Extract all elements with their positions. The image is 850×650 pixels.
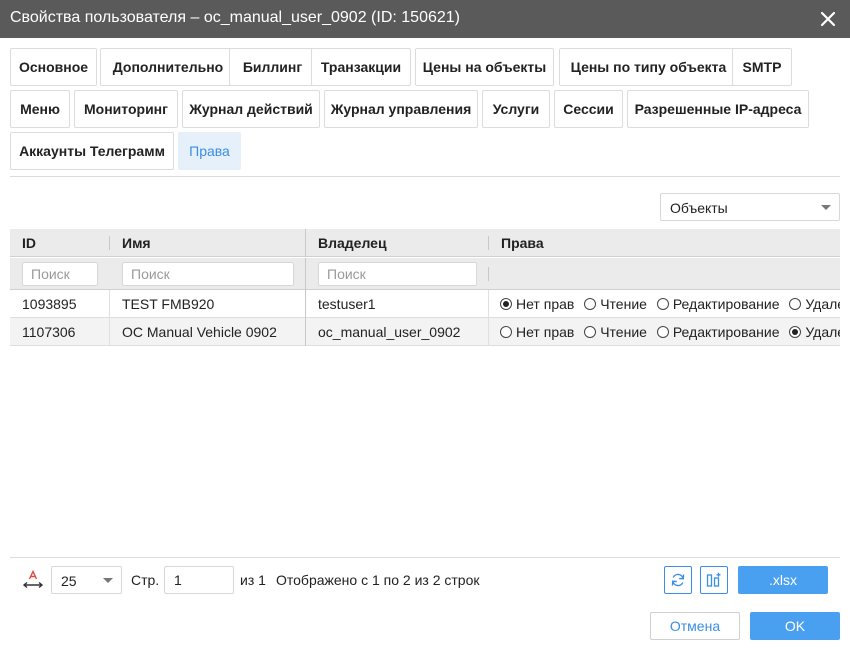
object-type-select[interactable]: Объекты: [660, 193, 840, 221]
column-divider: [305, 258, 306, 290]
tab-divider: [10, 176, 840, 177]
row-owner: oc_manual_user_0902: [318, 324, 461, 340]
column-divider: [109, 290, 110, 318]
filter-name-input[interactable]: [122, 262, 294, 286]
tab-basic[interactable]: Основное: [10, 48, 97, 86]
radio-label: Нет прав: [516, 296, 575, 312]
pager-summary: Отображено с 1 по 2 из 2 строк: [276, 572, 480, 588]
radio-delete[interactable]: Удале: [789, 324, 840, 340]
tab-billing[interactable]: Биллинг: [229, 48, 316, 86]
table-header: ID Имя Владелец Права: [10, 229, 840, 257]
rights-radio-group: Нет прав Чтение Редактирование Удале: [500, 296, 840, 312]
radio-delete[interactable]: Удале: [789, 296, 840, 312]
tab-action-log[interactable]: Журнал действий: [182, 90, 320, 128]
column-divider: [305, 318, 306, 346]
column-divider: [109, 318, 110, 346]
radio-label: Чтение: [600, 324, 647, 340]
page-size-value: 25: [61, 573, 77, 589]
column-settings-button[interactable]: [700, 566, 728, 594]
tab-telegram-accounts[interactable]: Аккаунты Телеграмм: [10, 132, 174, 170]
radio-checked-icon: [500, 298, 512, 310]
radio-edit[interactable]: Редактирование: [656, 296, 780, 312]
column-header-rights[interactable]: Права: [501, 235, 544, 251]
close-icon[interactable]: [818, 9, 838, 29]
tab-smtp[interactable]: SMTP: [732, 48, 792, 86]
table-row[interactable]: 1107306 OC Manual Vehicle 0902 oc_manual…: [10, 318, 840, 346]
column-divider: [109, 236, 110, 250]
column-divider: [488, 267, 489, 281]
refresh-button[interactable]: [664, 566, 692, 594]
radio-read[interactable]: Чтение: [584, 296, 647, 312]
radio-label: Удале: [805, 324, 840, 340]
dialog-title: Свойства пользователя – oc_manual_user_0…: [10, 9, 460, 26]
ok-button[interactable]: OK: [750, 612, 840, 640]
rights-table: ID Имя Владелец Права 1093895 TEST FMB92…: [10, 229, 840, 347]
tab-rights[interactable]: Права: [178, 132, 241, 170]
column-divider: [488, 236, 489, 250]
radio-label: Удале: [805, 296, 840, 312]
column-header-name[interactable]: Имя: [122, 235, 151, 251]
radio-unchecked-icon: [789, 298, 802, 310]
column-divider: [305, 290, 306, 318]
tab-object-prices[interactable]: Цены на объекты: [415, 48, 554, 86]
object-type-select-value: Объекты: [670, 200, 728, 216]
row-name: TEST FMB920: [122, 296, 215, 312]
radio-no-rights[interactable]: Нет прав: [500, 296, 574, 312]
radio-label: Редактирование: [672, 296, 780, 312]
chevron-down-icon: [821, 205, 831, 210]
radio-label: Редактирование: [672, 324, 780, 340]
cancel-button[interactable]: Отмена: [650, 612, 740, 640]
radio-no-rights[interactable]: Нет прав: [500, 324, 574, 340]
user-properties-dialog: Свойства пользователя – oc_manual_user_0…: [0, 0, 850, 650]
page-count-label: из 1: [240, 572, 266, 588]
column-header-owner[interactable]: Владелец: [318, 235, 387, 251]
tab-control-log[interactable]: Журнал управления: [324, 90, 478, 128]
tab-allowed-ip[interactable]: Разрешенные IP-адреса: [627, 90, 809, 128]
radio-edit[interactable]: Редактирование: [656, 324, 780, 340]
refresh-icon: [670, 572, 686, 588]
column-divider: [305, 229, 306, 257]
radio-unchecked-icon: [656, 326, 669, 338]
radio-checked-icon: [789, 326, 802, 338]
radio-label: Чтение: [600, 296, 647, 312]
filter-owner-input[interactable]: [318, 262, 477, 286]
tab-transactions[interactable]: Транзакции: [311, 48, 411, 86]
radio-label: Нет прав: [516, 324, 575, 340]
page-label: Стр.: [131, 572, 160, 588]
tab-sessions[interactable]: Сессии: [554, 90, 623, 128]
column-settings-icon: [706, 572, 722, 588]
column-header-id[interactable]: ID: [22, 235, 36, 251]
row-id: 1107306: [22, 324, 76, 340]
page-size-select[interactable]: 25: [51, 566, 122, 594]
radio-unchecked-icon: [500, 326, 512, 338]
tab-additional[interactable]: Дополнительно: [100, 48, 236, 86]
column-divider: [488, 290, 489, 318]
radio-unchecked-icon: [584, 298, 597, 310]
tab-monitoring[interactable]: Мониторинг: [74, 90, 178, 128]
column-divider: [488, 318, 489, 346]
table-row[interactable]: 1093895 TEST FMB920 testuser1 Нет прав Ч…: [10, 290, 840, 318]
radio-unchecked-icon: [656, 298, 669, 310]
rights-radio-group: Нет прав Чтение Редактирование Удале: [500, 324, 840, 340]
filter-row: [10, 258, 840, 290]
row-owner: testuser1: [318, 296, 376, 312]
filter-id-input[interactable]: [22, 262, 98, 286]
font-size-icon[interactable]: [22, 569, 44, 590]
tab-services[interactable]: Услуги: [482, 90, 550, 128]
tab-object-type-prices[interactable]: Цены по типу объекта: [559, 48, 738, 86]
dialog-titlebar: Свойства пользователя – oc_manual_user_0…: [0, 0, 850, 38]
row-name: OC Manual Vehicle 0902: [122, 324, 277, 340]
chevron-down-icon: [103, 578, 113, 583]
page-number-input[interactable]: [164, 566, 234, 594]
radio-unchecked-icon: [584, 326, 597, 338]
tab-menu[interactable]: Меню: [10, 90, 70, 128]
row-id: 1093895: [22, 296, 77, 312]
footer-divider: [10, 557, 840, 558]
export-xlsx-button[interactable]: .xlsx: [738, 566, 828, 594]
radio-read[interactable]: Чтение: [584, 324, 647, 340]
